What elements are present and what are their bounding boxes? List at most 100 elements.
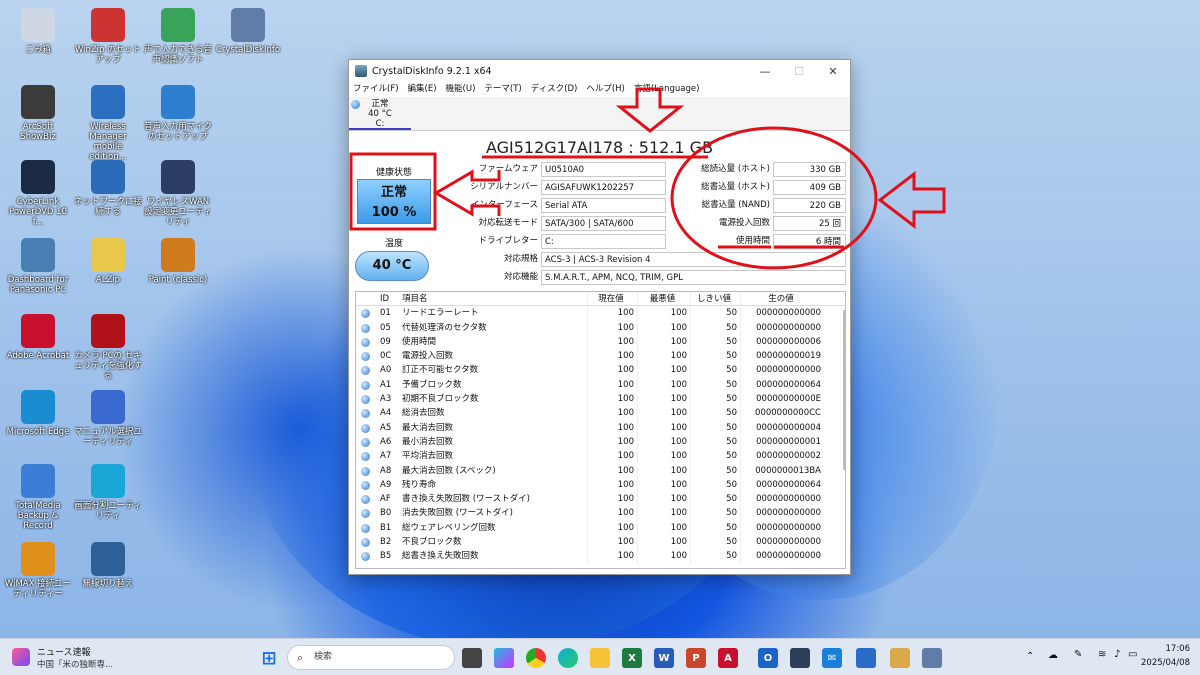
volume-icon[interactable]: ♪ bbox=[1114, 649, 1120, 660]
menu-help[interactable]: ヘルプ(H) bbox=[586, 82, 625, 97]
table-cell: 100 bbox=[588, 320, 638, 335]
table-row[interactable]: A9 残り寿命 100 100 50 000000000064 bbox=[356, 477, 845, 493]
table-row[interactable]: A6 最小消去回数 100 100 50 000000000001 bbox=[356, 434, 845, 450]
col-worst[interactable]: 最悪値 bbox=[638, 292, 691, 306]
maximize-icon[interactable]: ☐ bbox=[782, 65, 816, 78]
table-scrollbar[interactable] bbox=[843, 310, 846, 470]
table-row[interactable]: A3 初期不良ブロック数 100 100 50 00000000000E bbox=[356, 392, 845, 407]
close-icon[interactable]: ✕ bbox=[816, 65, 850, 78]
acrobat-icon bbox=[21, 314, 55, 348]
wifi-icon[interactable]: ≋ bbox=[1098, 649, 1106, 660]
desktop-icon-label: ALZip bbox=[95, 275, 121, 285]
crystaldiskinfo-taskbar-icon[interactable] bbox=[922, 648, 942, 668]
store-icon[interactable] bbox=[790, 648, 810, 668]
mail-icon[interactable]: ✉ bbox=[822, 648, 842, 668]
table-row[interactable]: B0 消去失敗回数 (ワーストダイ) 100 100 50 000000000000 bbox=[356, 506, 845, 521]
pen-icon[interactable]: ✎ bbox=[1074, 649, 1082, 660]
table-cell: 000000000006 bbox=[756, 336, 821, 347]
clock-time[interactable]: 17:06 bbox=[1140, 644, 1191, 654]
desktop-icon[interactable]: WinZip のセットアップ bbox=[74, 8, 142, 65]
task-view-icon[interactable] bbox=[462, 648, 482, 668]
table-row[interactable]: A5 最大消去回数 100 100 50 000000000004 bbox=[356, 420, 845, 435]
smart-table[interactable]: ID 項目名 現在値 最悪値 しきい値 生の値 01 リードエラーレート 100 10… bbox=[355, 291, 846, 569]
outlook-icon[interactable]: O bbox=[758, 648, 778, 668]
cloud-icon[interactable]: ☁ bbox=[1048, 650, 1058, 661]
table-cell: 50 bbox=[691, 535, 741, 550]
col-name[interactable]: 項目名 bbox=[400, 292, 588, 306]
start-icon[interactable]: ⊞ bbox=[259, 648, 279, 669]
desktop-icon[interactable]: 画面分割ユーティリティ bbox=[74, 464, 142, 521]
desktop-icon[interactable]: WiMAX 接続ユーティリティー bbox=[4, 542, 72, 599]
menu-disk[interactable]: ディスク(D) bbox=[531, 82, 578, 97]
desktop-icon[interactable]: ALZip bbox=[74, 238, 142, 285]
desktop-icon[interactable]: マニュアル選択ユーティリティ bbox=[74, 390, 142, 447]
desktop-icon[interactable]: 無線切り替え bbox=[74, 542, 142, 589]
table-cell: 100 bbox=[638, 377, 691, 393]
col-threshold[interactable]: しきい値 bbox=[691, 292, 741, 306]
news-widget-icon[interactable] bbox=[12, 648, 30, 666]
file-explorer-icon[interactable] bbox=[590, 648, 610, 668]
excel-icon[interactable]: X bbox=[622, 648, 642, 668]
table-row[interactable]: A0 訂正不可能セクタ数 100 100 50 000000000000 bbox=[356, 363, 845, 378]
desktop-icon[interactable]: 声で入力できる音声認識ソフト bbox=[144, 8, 212, 65]
news-title[interactable]: ニュース速報 bbox=[37, 645, 91, 658]
table-row[interactable]: AF 書き換え失敗回数 (ワーストダイ) 100 100 50 000000000000 bbox=[356, 492, 845, 507]
search-box[interactable]: ⌕ 検索 bbox=[287, 645, 455, 670]
menu-function[interactable]: 機能(U) bbox=[446, 82, 476, 97]
title-bar[interactable]: CrystalDiskInfo 9.2.1 x64 — ☐ ✕ bbox=[349, 60, 850, 82]
acrobat-taskbar-icon[interactable]: A bbox=[718, 648, 738, 668]
chrome-icon[interactable] bbox=[526, 648, 546, 668]
minimize-icon[interactable]: — bbox=[748, 65, 782, 78]
desktop-icon[interactable]: CyberLink PowerDVD 10 f... bbox=[4, 160, 72, 227]
crystaldiskinfo-window[interactable]: CrystalDiskInfo 9.2.1 x64 — ☐ ✕ ファイル(F) … bbox=[348, 59, 851, 575]
news-subtitle[interactable]: 中国「米の独断専... bbox=[37, 658, 113, 670]
table-row[interactable]: B5 総書き換え失敗回数 100 100 50 000000000000 bbox=[356, 549, 845, 564]
desktop-icon[interactable]: ワイヤレスWAN設定変更ユーティリティ bbox=[144, 160, 212, 227]
drive-tab-c[interactable]: 正常 40 °C C: bbox=[349, 99, 411, 130]
table-cell: 総ウェアレベリング回数 bbox=[400, 520, 588, 536]
info-value: 330 GB bbox=[773, 162, 846, 177]
menu-edit[interactable]: 編集(E) bbox=[408, 82, 437, 97]
info-value: 6 時間 bbox=[773, 234, 846, 249]
table-row[interactable]: 05 代替処理済のセクタ数 100 100 50 000000000000 bbox=[356, 320, 845, 335]
table-row[interactable]: 0C 電源投入回数 100 100 50 000000000019 bbox=[356, 349, 845, 364]
desktop-icon[interactable]: Paint (classic) bbox=[144, 238, 212, 285]
powerpoint-icon[interactable]: P bbox=[686, 648, 706, 668]
network-connect-icon bbox=[91, 160, 125, 194]
menu-theme[interactable]: テーマ(T) bbox=[484, 82, 521, 97]
photos-icon[interactable] bbox=[856, 648, 876, 668]
table-row[interactable]: A7 平均消去回数 100 100 50 000000000002 bbox=[356, 449, 845, 464]
menu-language[interactable]: 言語(Language) bbox=[634, 82, 700, 97]
desktop-icon[interactable]: ArcSoft ShowBiz bbox=[4, 85, 72, 142]
col-current[interactable]: 現在値 bbox=[588, 292, 638, 306]
desktop-icon[interactable]: CrystalDiskInfo bbox=[214, 8, 282, 55]
desktop-icon[interactable]: TotalMedia Backup & Record bbox=[4, 464, 72, 531]
battery-icon[interactable]: ▭ bbox=[1128, 649, 1137, 660]
table-row[interactable]: 01 リードエラーレート 100 100 50 000000000000 bbox=[356, 306, 845, 321]
info-value: 409 GB bbox=[773, 180, 846, 195]
copilot-icon[interactable] bbox=[494, 648, 514, 668]
desktop-icon[interactable]: 音声入力用マイクのセットアップ bbox=[144, 85, 212, 142]
word-icon[interactable]: W bbox=[654, 648, 674, 668]
desktop-icon[interactable]: Microsoft Edge bbox=[4, 390, 72, 437]
desktop-icon[interactable]: カメラ·PCの セキュリティを強化する bbox=[74, 314, 142, 381]
menu-file[interactable]: ファイル(F) bbox=[353, 82, 399, 97]
clock-date[interactable]: 2025/04/08 bbox=[1140, 658, 1190, 668]
edge-taskbar-icon[interactable] bbox=[558, 648, 578, 668]
desktop-icon[interactable]: Wireless Manager mobile edition... bbox=[74, 85, 142, 162]
col-id[interactable]: ID bbox=[376, 292, 400, 305]
table-row[interactable]: A1 予備ブロック数 100 100 50 000000000064 bbox=[356, 377, 845, 393]
table-row[interactable]: 09 使用時間 100 100 50 000000000006 bbox=[356, 334, 845, 350]
desktop-icon[interactable]: Adobe Acrobat bbox=[4, 314, 72, 361]
col-raw[interactable]: 生の値 bbox=[741, 292, 833, 305]
table-cell: 100 bbox=[638, 463, 691, 478]
table-row[interactable]: B2 不良ブロック数 100 100 50 000000000000 bbox=[356, 535, 845, 550]
desktop-icon[interactable]: ネットワークに接続する bbox=[74, 160, 142, 217]
paint-taskbar-icon[interactable] bbox=[890, 648, 910, 668]
table-row[interactable]: A4 総消去回数 100 100 50 0000000000CC bbox=[356, 406, 845, 421]
desktop-icon[interactable]: Dashboard for Panasonic PC bbox=[4, 238, 72, 295]
table-row[interactable]: B1 総ウェアレベリング回数 100 100 50 000000000000 bbox=[356, 520, 845, 536]
desktop-icon[interactable]: ごみ箱 bbox=[4, 8, 72, 55]
tray-chevron-icon[interactable]: ⌃ bbox=[1026, 651, 1034, 662]
table-row[interactable]: A8 最大消去回数 (スペック) 100 100 50 0000000013BA bbox=[356, 463, 845, 478]
